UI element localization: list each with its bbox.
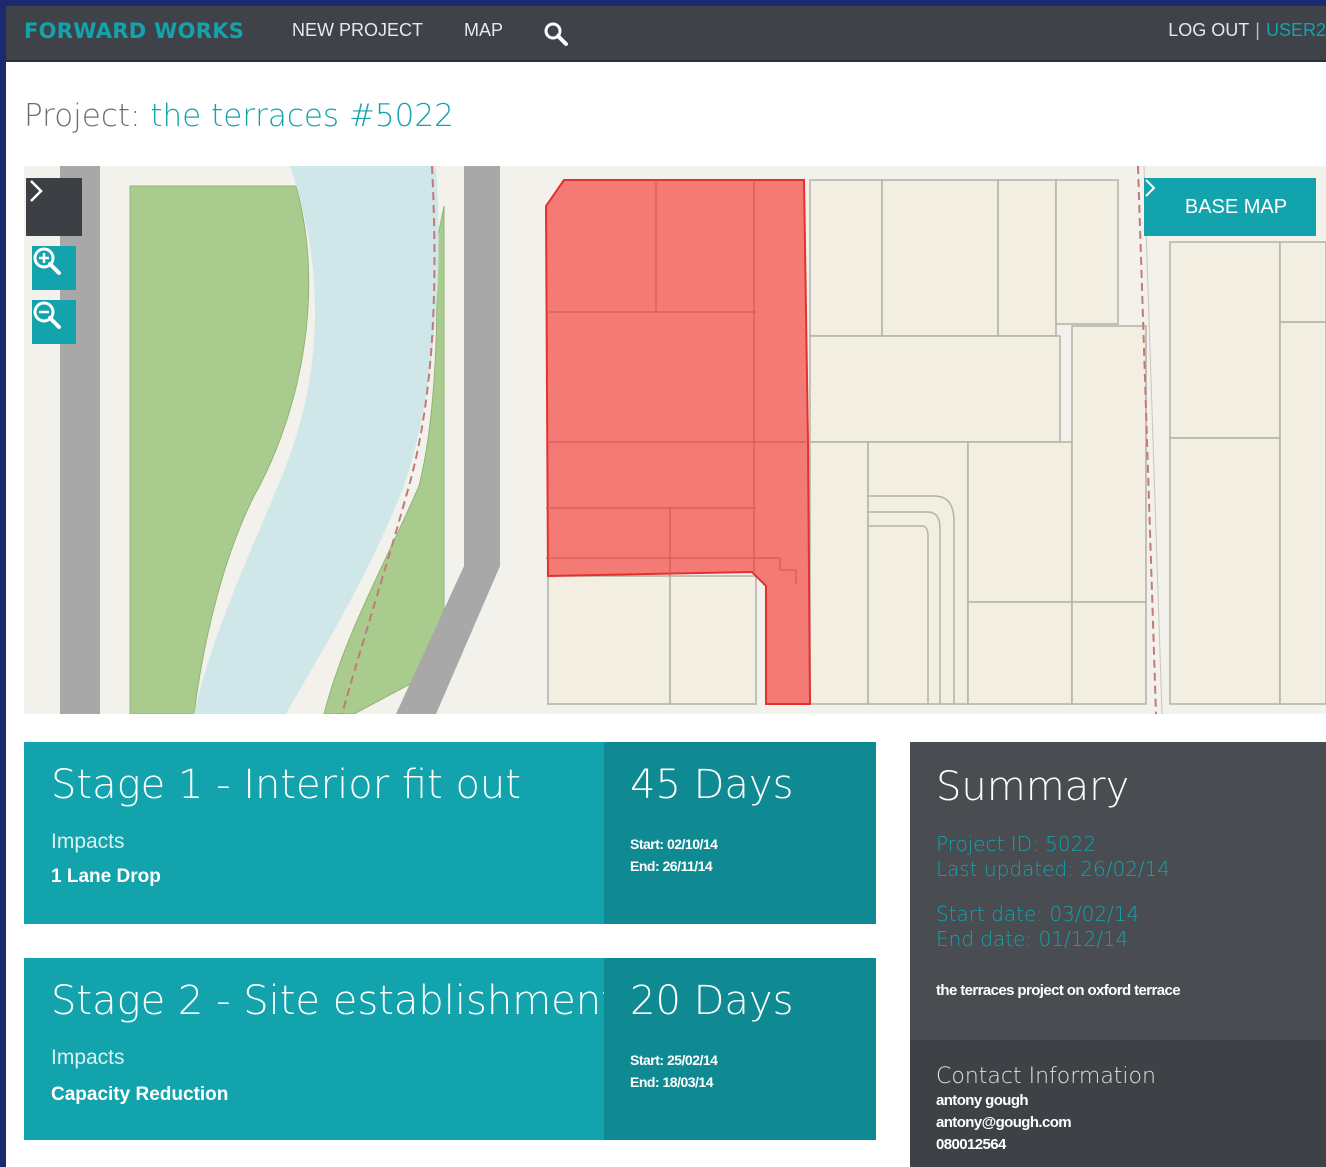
nav-map[interactable]: MAP [464,20,503,41]
stage-card[interactable]: Stage 1 - Interior fit out Impacts 1 Lan… [24,742,876,924]
stage-end-date: End: 18/03/14 [630,1074,714,1090]
page-title: Project: the terraces #5022 [24,98,454,134]
project-map[interactable]: BASE MAP [24,166,1326,714]
zoom-out-button[interactable] [32,300,76,344]
summary-panel: Summary Project ID: 5022 Last updated: 2… [910,742,1326,1167]
contact-name: antony gough [936,1092,1029,1109]
contact-phone: 080012564 [936,1136,1006,1153]
impacts-label: Impacts [51,830,125,853]
summary-last-updated: Last updated: 26/02/14 [936,857,1171,881]
stage-duration: 45 Days Start: 02/10/14 End: 26/11/14 [604,742,876,924]
contact-title: Contact Information [936,1064,1156,1089]
stage-info: Stage 2 - Site establishment Impacts Cap… [24,958,617,1140]
search-icon[interactable] [542,20,570,48]
stage-days: 45 Days [630,762,794,808]
project-name: the terraces #5022 [150,98,454,134]
summary-title: Summary [936,764,1130,810]
nav-account: LOG OUT | USER2 [1168,20,1326,41]
stage-days: 20 Days [630,978,794,1024]
summary-description: the terraces project on oxford terrace [936,982,1181,999]
summary-end-date: End date: 01/12/14 [936,927,1129,951]
summary-project-id: Project ID: 5022 [936,832,1097,856]
stage-title: Stage 2 - Site establishment [51,978,617,1024]
user-link[interactable]: USER2 [1266,20,1326,40]
summary-start-date: Start date: 03/02/14 [936,902,1140,926]
impacts-label: Impacts [51,1046,125,1069]
map-canvas[interactable] [24,166,1326,714]
impact-value: Capacity Reduction [51,1084,229,1105]
base-map-label: BASE MAP [1184,195,1288,218]
stage-card[interactable]: Stage 2 - Site establishment Impacts Cap… [24,958,876,1140]
stage-end-date: End: 26/11/14 [630,858,713,874]
contact-email[interactable]: antony@gough.com [936,1114,1072,1131]
app-window: FORWARD WORKS NEW PROJECT MAP LOG OUT | US… [6,6,1326,1167]
top-nav: FORWARD WORKS NEW PROJECT MAP LOG OUT | US… [6,6,1326,62]
stage-start-date: Start: 25/02/14 [630,1052,718,1068]
stage-info: Stage 1 - Interior fit out Impacts 1 Lan… [24,742,604,924]
stage-duration: 20 Days Start: 25/02/14 End: 18/03/14 [604,958,876,1140]
title-prefix: Project: [24,98,141,134]
brand-logo[interactable]: FORWARD WORKS [24,19,244,43]
impact-value: 1 Lane Drop [51,866,161,887]
expand-panel-button[interactable] [26,178,82,236]
stage-start-date: Start: 02/10/14 [630,836,718,852]
logout-link[interactable]: LOG OUT [1168,20,1249,40]
nav-separator: | [1255,20,1260,40]
nav-new-project[interactable]: NEW PROJECT [292,20,423,41]
base-map-button[interactable]: BASE MAP [1144,178,1316,236]
zoom-in-button[interactable] [32,246,76,290]
stage-title: Stage 1 - Interior fit out [51,762,521,808]
contact-section: Contact Information antony gough antony@… [910,1040,1326,1167]
